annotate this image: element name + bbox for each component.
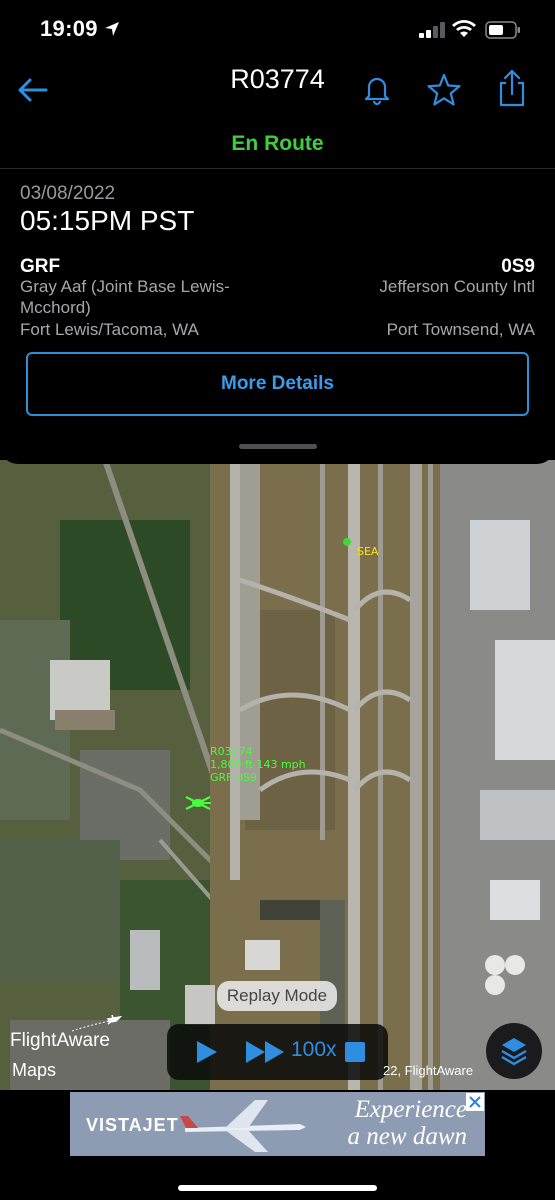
play-icon[interactable] <box>195 1040 219 1064</box>
origin-name: Gray Aaf (Joint Base Lewis-Mcchord) <box>20 277 230 317</box>
origin-code: GRF <box>20 256 61 277</box>
flight-ident-title: R03774 <box>230 64 325 94</box>
share-icon[interactable] <box>494 68 530 108</box>
status-bar: 19:09 <box>0 0 555 60</box>
stop-icon[interactable] <box>345 1042 365 1062</box>
card-bottom <box>0 416 555 464</box>
departure-date: 03/08/2022 <box>20 183 116 204</box>
location-arrow-icon <box>105 22 119 36</box>
map-copyright: 22, FlightAware <box>383 1063 474 1078</box>
signal-icon <box>419 22 445 38</box>
fast-forward-icon[interactable] <box>245 1040 287 1064</box>
destination-city: Port Townsend, WA <box>386 320 535 339</box>
playback-controls: 100x <box>167 1024 388 1080</box>
ad-banner[interactable]: VISTAJET Experience a new dawn <box>70 1092 485 1156</box>
apple-maps-credit: Maps <box>12 1060 57 1080</box>
satellite-map[interactable]: SEA R03774 1,800 ft 143 mph GRF 0S9 Repl… <box>0 460 555 1090</box>
playback-speed[interactable]: 100x <box>291 1038 337 1062</box>
aircraft-route: GRF 0S9 <box>210 771 257 784</box>
departure-time: 05:15PM PST <box>20 205 195 236</box>
ad-brand: VISTAJET <box>86 1115 179 1135</box>
divider <box>0 168 555 169</box>
ad-tagline-2: a new dawn <box>347 1123 467 1150</box>
map-layers-button[interactable] <box>486 1023 542 1079</box>
ad-close-icon[interactable] <box>466 1093 484 1111</box>
replay-mode-badge: Replay Mode <box>217 981 337 1011</box>
sheet-grabber[interactable] <box>239 444 317 449</box>
origin-city: Fort Lewis/Tacoma, WA <box>20 320 199 339</box>
flightaware-logo: FlightAware <box>10 1030 110 1051</box>
jet-image <box>180 1100 306 1152</box>
ad-tagline-1: Experience <box>354 1096 467 1123</box>
home-indicator[interactable] <box>178 1185 377 1191</box>
bell-icon[interactable] <box>360 72 394 106</box>
aircraft-label[interactable]: R03774 1,800 ft 143 mph GRF 0S9 <box>210 745 306 784</box>
layers-icon <box>501 1038 527 1066</box>
destination-code: 0S9 <box>501 256 535 277</box>
header-bar: R03774 <box>0 58 555 118</box>
battery-icon <box>485 21 520 39</box>
airport-label[interactable]: SEA <box>357 545 378 558</box>
aircraft-alt-speed: 1,800 ft 143 mph <box>210 758 306 771</box>
aircraft-ident: R03774 <box>210 745 253 758</box>
wifi-icon <box>452 20 476 37</box>
destination-name: Jefferson County Intl <box>379 277 535 296</box>
more-details-button[interactable]: More Details <box>26 352 529 416</box>
star-icon[interactable] <box>426 72 462 108</box>
status-time: 19:09 <box>40 16 98 41</box>
flight-status: En Route <box>231 132 324 155</box>
